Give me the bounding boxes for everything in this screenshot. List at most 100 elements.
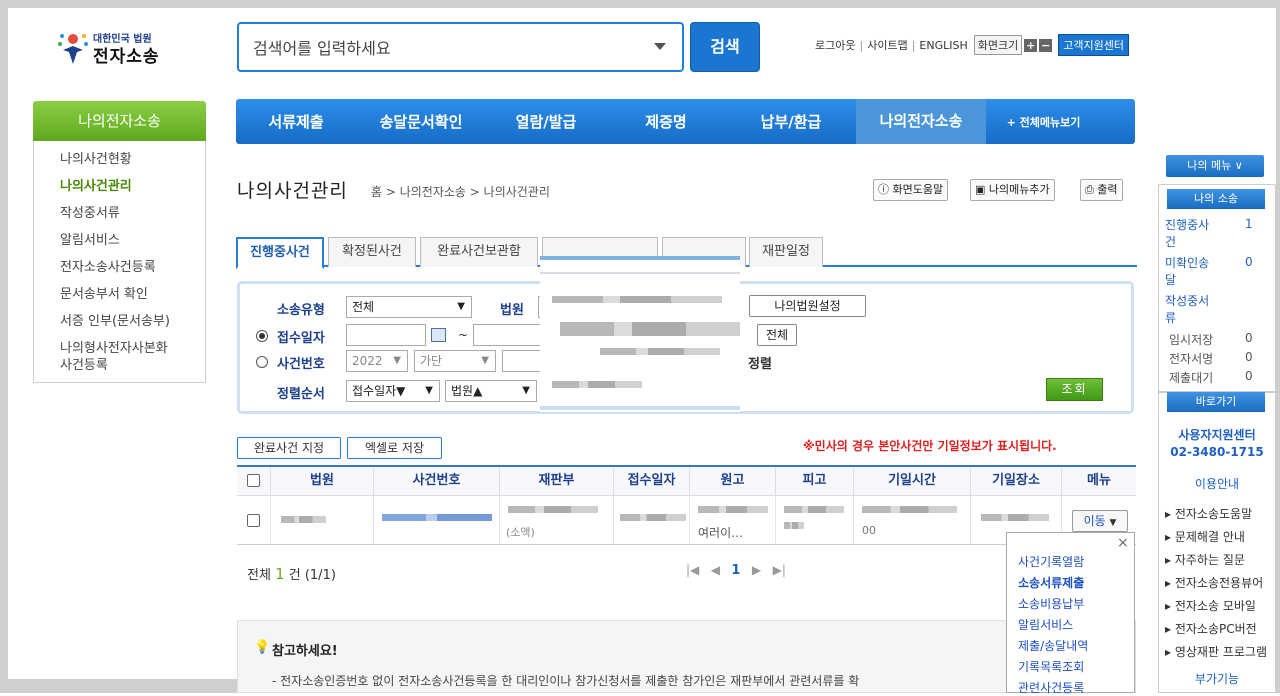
temp-save-label[interactable]: 임시저장 bbox=[1169, 331, 1213, 348]
lnb-item-evidence[interactable]: 서증 인부(문서송부) bbox=[60, 313, 170, 330]
help-button[interactable]: ⓘ 화면도움말 bbox=[873, 179, 949, 201]
select-all-checkbox[interactable] bbox=[247, 474, 260, 487]
my-suit-box: 나의 소송 진행중사 건 1 미확인송 달 0 작성중서 류 임시저장 0 전자… bbox=[1158, 184, 1276, 393]
guide-item-troubleshoot[interactable]: ▸ 문제해결 안내 bbox=[1165, 528, 1245, 545]
case-number-link[interactable] bbox=[382, 514, 492, 521]
english-link[interactable]: ENGLISH bbox=[919, 39, 967, 52]
tab-confirmed[interactable]: 확정된사건 bbox=[328, 237, 416, 267]
prev-page-icon[interactable]: ◀ bbox=[711, 563, 720, 577]
col-receipt-date[interactable]: 접수일자 bbox=[614, 467, 690, 495]
chevron-down-icon: ▼ bbox=[481, 355, 489, 366]
ongoing-case-link[interactable]: 진행중사 건 bbox=[1165, 217, 1209, 251]
tab-ongoing[interactable]: 진행중사건 bbox=[236, 237, 324, 269]
guide-item-help[interactable]: ▸ 전자소송도움말 bbox=[1165, 505, 1252, 522]
shortcut-header: 바로가기 bbox=[1167, 392, 1265, 412]
frame-right bbox=[1276, 0, 1280, 693]
menu-item-submit-history[interactable]: 제출/송달내역 bbox=[1018, 637, 1088, 654]
drafts-link[interactable]: 작성중서 류 bbox=[1165, 293, 1209, 327]
query-button[interactable]: 조회 bbox=[1046, 378, 1103, 401]
search-button[interactable]: 검색 bbox=[690, 22, 760, 72]
col-hearing-place[interactable]: 기일장소 bbox=[971, 467, 1062, 495]
search-input[interactable] bbox=[253, 36, 633, 60]
support-center-link[interactable]: 사용자지원센터 bbox=[1167, 426, 1267, 443]
col-hearing-time[interactable]: 기일시간 bbox=[854, 467, 971, 495]
menu-item-alerts[interactable]: 알림서비스 bbox=[1018, 616, 1073, 633]
ongoing-case-count[interactable]: 1 bbox=[1245, 217, 1253, 231]
calendar-icon[interactable] bbox=[431, 328, 446, 342]
all-menu-link[interactable]: + 전체메뉴보기 bbox=[986, 114, 1101, 130]
unconfirmed-delivery-count[interactable]: 0 bbox=[1245, 255, 1253, 269]
last-page-icon[interactable]: ▶| bbox=[773, 563, 786, 577]
menu-item-related-case[interactable]: 관련사건등록 bbox=[1018, 679, 1084, 696]
court-dropdown-overlay[interactable] bbox=[540, 256, 740, 412]
gnb-my-suit[interactable]: 나의전자소송 bbox=[856, 99, 986, 144]
search-dropdown-icon[interactable] bbox=[654, 43, 666, 50]
zoom-in-button[interactable]: + bbox=[1024, 38, 1038, 52]
tab-trial-schedule[interactable]: 재판일정 bbox=[749, 237, 823, 267]
guide-item-video-trial[interactable]: ▸ 영상재판 프로그램 bbox=[1165, 643, 1267, 660]
guide-item-viewer[interactable]: ▸ 전자소송전용뷰어 bbox=[1165, 574, 1263, 591]
frame-bottom bbox=[0, 679, 237, 693]
case-serial-input[interactable] bbox=[502, 350, 542, 372]
lnb-item-case-register[interactable]: 전자소송사건등록 bbox=[60, 259, 156, 276]
court-logo[interactable]: 대한민국 법원 전자소송 bbox=[57, 28, 167, 70]
help-label: 화면도움말 bbox=[892, 183, 944, 196]
print-button[interactable]: ⎙ 출력 bbox=[1080, 179, 1123, 201]
panel-tail: (소액) bbox=[506, 526, 535, 539]
gnb-view-issue[interactable]: 열람/발급 bbox=[486, 111, 606, 132]
logout-link[interactable]: 로그아웃 bbox=[815, 37, 855, 53]
sitemap-link[interactable]: 사이트맵 bbox=[867, 37, 907, 53]
lnb-item-case-manage[interactable]: 나의사건관리 bbox=[60, 178, 132, 195]
row-checkbox[interactable] bbox=[247, 514, 260, 527]
all-dates-button[interactable]: 전체 bbox=[757, 324, 797, 346]
current-page[interactable]: 1 bbox=[731, 563, 740, 578]
unconfirmed-delivery-link[interactable]: 미확인송 달 bbox=[1165, 255, 1209, 289]
guide-item-faq[interactable]: ▸ 자주하는 질문 bbox=[1165, 551, 1245, 568]
mark-complete-button[interactable]: 완료사건 지정 bbox=[237, 437, 341, 459]
col-plaintiff[interactable]: 원고 bbox=[690, 467, 776, 495]
gnb-certificate[interactable]: 제증명 bbox=[606, 111, 726, 132]
tab-completed-archive[interactable]: 완료사건보관함 bbox=[420, 237, 538, 267]
lnb-item-doc-confirm[interactable]: 문서송부서 확인 bbox=[60, 286, 148, 303]
submit-wait-label[interactable]: 제출대기 bbox=[1169, 369, 1213, 386]
my-court-setting-button[interactable]: 나의법원설정 bbox=[749, 295, 866, 317]
order-select-2[interactable]: 법원▲ ▼ bbox=[445, 380, 537, 402]
search-box[interactable] bbox=[237, 22, 684, 72]
gnb-payment[interactable]: 납부/환급 bbox=[726, 111, 856, 132]
receipt-date-radio[interactable] bbox=[256, 330, 268, 342]
menu-item-doc-submit[interactable]: 소송서류제출 bbox=[1018, 574, 1084, 591]
guide-item-pc[interactable]: ▸ 전자소송PC버전 bbox=[1165, 620, 1257, 637]
date-to-input[interactable] bbox=[473, 324, 543, 346]
first-page-icon[interactable]: |◀ bbox=[686, 563, 699, 577]
col-panel[interactable]: 재판부 bbox=[500, 467, 614, 495]
col-case-number[interactable]: 사건번호 bbox=[374, 467, 500, 495]
lnb-item-criminal-register[interactable]: 나의형사전자사본화 사건등록 bbox=[60, 340, 168, 374]
gnb-document-submit[interactable]: 서류제출 bbox=[236, 111, 356, 132]
menu-item-cost-pay[interactable]: 소송비용납부 bbox=[1018, 595, 1084, 612]
next-page-icon[interactable]: ▶ bbox=[752, 563, 761, 577]
case-number-radio[interactable] bbox=[256, 356, 268, 368]
lnb-item-case-status[interactable]: 나의사건현황 bbox=[60, 151, 132, 168]
case-kind-select[interactable]: 가단 ▼ bbox=[414, 350, 496, 372]
move-dropdown-button[interactable]: 이동 ▼ bbox=[1072, 510, 1128, 532]
case-type-select[interactable]: 전체 ▼ bbox=[346, 296, 472, 318]
guide-item-mobile[interactable]: ▸ 전자소송 모바일 bbox=[1165, 597, 1256, 614]
gnb-service-check[interactable]: 송달문서확인 bbox=[356, 111, 486, 132]
date-from-input[interactable] bbox=[346, 324, 426, 346]
col-court[interactable]: 법원 bbox=[271, 467, 374, 495]
zoom-out-button[interactable]: − bbox=[1039, 38, 1053, 52]
excel-export-button[interactable]: 엑셀로 저장 bbox=[347, 437, 442, 459]
customer-center-button[interactable]: 고객지원센터 bbox=[1058, 34, 1129, 56]
col-defendant[interactable]: 피고 bbox=[776, 467, 854, 495]
case-number-cell[interactable] bbox=[374, 495, 500, 545]
order-select-1[interactable]: 접수일자▼ ▼ bbox=[346, 380, 440, 402]
my-menu-button[interactable]: 나의 메뉴 ∨ bbox=[1166, 155, 1264, 177]
year-select[interactable]: 2022 ▼ bbox=[346, 350, 408, 372]
close-icon[interactable]: × bbox=[1117, 535, 1129, 551]
add-my-menu-button[interactable]: ▣ 나의메뉴추가 bbox=[970, 179, 1055, 201]
menu-item-record-list[interactable]: 기록목록조회 bbox=[1018, 658, 1084, 675]
lnb-item-drafts[interactable]: 작성중서류 bbox=[60, 205, 120, 222]
e-sign-label[interactable]: 전자서명 bbox=[1169, 350, 1213, 367]
menu-item-record-view[interactable]: 사건기록열람 bbox=[1018, 553, 1084, 570]
lnb-item-alerts[interactable]: 알림서비스 bbox=[60, 232, 120, 249]
